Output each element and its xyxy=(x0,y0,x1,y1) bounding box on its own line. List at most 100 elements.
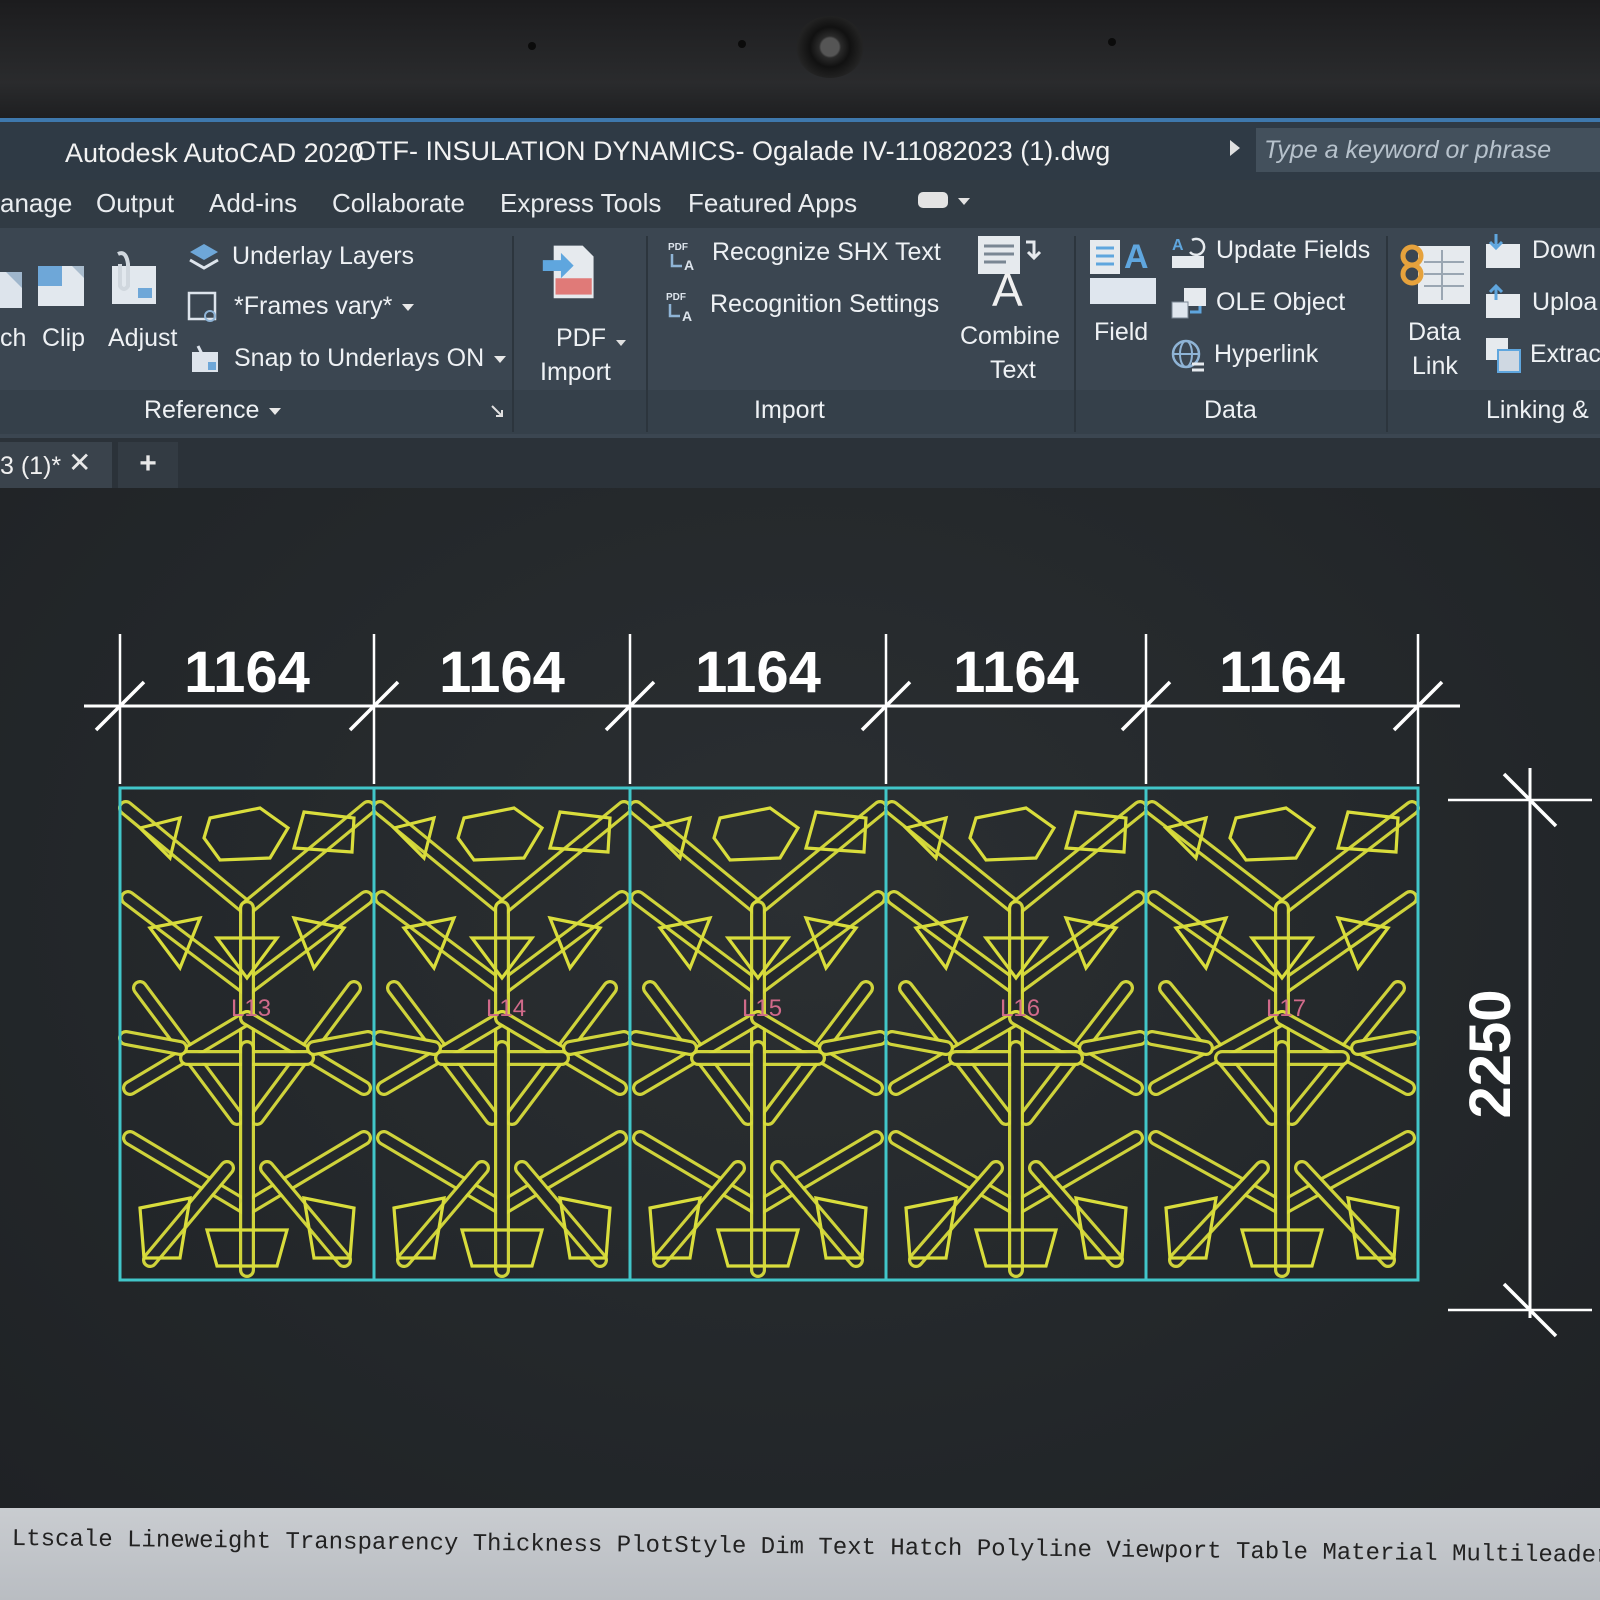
autocad-window: Autodesk AutoCAD 2020 OTF- INSULATION DY… xyxy=(0,118,1600,1600)
app-title: Autodesk AutoCAD 2020 xyxy=(65,138,364,168)
pattern-line-inner xyxy=(633,893,763,993)
pattern-line-inner xyxy=(1149,893,1287,993)
pattern-line-inner xyxy=(375,803,507,913)
dimension-text-top: 1164 xyxy=(695,640,821,705)
extract-button[interactable]: Extrac xyxy=(1530,340,1600,369)
pattern-line-inner xyxy=(121,803,252,913)
tab-express-tools[interactable]: Express Tools xyxy=(500,188,661,219)
document-tab[interactable]: 3 (1)* ✕ xyxy=(0,442,112,488)
snap-value: Snap to Underlays ON xyxy=(234,344,485,372)
tab-collaborate[interactable]: Collaborate xyxy=(332,188,465,219)
pattern-line-inner xyxy=(242,893,371,993)
data-link-label-1[interactable]: Data xyxy=(1408,318,1461,347)
webcam-icon xyxy=(795,16,865,78)
panel-pattern xyxy=(372,800,632,1278)
ole-object-button[interactable]: OLE Object xyxy=(1216,288,1345,317)
svg-text:A: A xyxy=(682,308,692,324)
sensor-dot xyxy=(1108,38,1116,46)
attach-icon[interactable] xyxy=(0,258,36,316)
snap-to-underlays-dropdown[interactable]: Snap to Underlays ON xyxy=(234,344,507,373)
hyperlink-globe-icon xyxy=(1171,339,1204,372)
reference-title-text: Reference xyxy=(144,396,260,424)
svg-text:A: A xyxy=(1124,238,1149,276)
panel-tag: L13 xyxy=(231,995,271,1022)
search-expand-icon[interactable] xyxy=(1230,140,1240,156)
recognize-shx-text-button[interactable]: Recognize SHX Text xyxy=(712,238,941,267)
dimension-text-top: 1164 xyxy=(184,640,310,705)
pattern-line-inner xyxy=(497,893,627,993)
tab-manage[interactable]: anage xyxy=(0,188,72,219)
adjust-icon[interactable] xyxy=(108,250,168,308)
update-fields-button[interactable]: Update Fields xyxy=(1216,236,1370,265)
chevron-down-icon xyxy=(494,355,507,363)
download-button[interactable]: Down xyxy=(1532,236,1596,265)
tab-featured-apps[interactable]: Featured Apps xyxy=(688,188,857,219)
tab-output[interactable]: Output xyxy=(96,188,174,219)
tab-add-ins[interactable]: Add-ins xyxy=(209,188,297,219)
new-tab-button[interactable]: + xyxy=(118,442,178,488)
pattern-line-inner xyxy=(631,803,763,913)
close-icon[interactable]: ✕ xyxy=(68,446,91,479)
recognition-settings-button[interactable]: Recognition Settings xyxy=(710,290,939,319)
pattern-line-inner xyxy=(1277,893,1415,993)
frames-dropdown[interactable]: *Frames vary* xyxy=(234,292,415,321)
dimension-text-right: 2250 xyxy=(1458,989,1523,1118)
recognition-settings-icon: PDF A xyxy=(666,292,692,324)
chevron-down-icon[interactable] xyxy=(616,338,626,348)
ole-object-icon xyxy=(1171,288,1206,319)
svg-text:PDF: PDF xyxy=(668,242,688,253)
pdf-import-label-1[interactable]: PDF xyxy=(556,324,606,353)
snap-underlay-icon xyxy=(192,345,218,372)
ribbon-minimize-icon[interactable] xyxy=(918,192,948,208)
search-box[interactable] xyxy=(1256,128,1600,172)
adjust-button[interactable]: Adjust xyxy=(108,324,177,353)
recognize-shx-icon: PDF A xyxy=(668,242,694,272)
field-button[interactable]: Field xyxy=(1094,318,1148,347)
frames-value: *Frames vary* xyxy=(234,292,393,320)
data-panel-title: Data xyxy=(1204,396,1257,424)
clip-button[interactable]: Clip xyxy=(42,324,85,353)
panel-pattern xyxy=(1144,800,1420,1278)
pattern-line-inner xyxy=(377,893,507,993)
svg-text:PDF: PDF xyxy=(666,292,686,303)
panel-launcher-icon[interactable] xyxy=(490,404,504,418)
clip-icon[interactable] xyxy=(34,256,94,314)
panel-pattern xyxy=(884,800,1148,1278)
title-bar: Autodesk AutoCAD 2020 OTF- INSULATION DY… xyxy=(0,118,1600,180)
combine-text-label-1[interactable]: Combine xyxy=(960,322,1060,351)
pattern-line-inner xyxy=(123,893,252,993)
field-icon[interactable]: A xyxy=(1088,238,1158,308)
svg-text:A: A xyxy=(992,264,1023,308)
chevron-down-icon[interactable] xyxy=(958,198,970,205)
command-line[interactable]: Ltscale Lineweight Transparency Thicknes… xyxy=(0,1508,1600,1600)
search-input[interactable] xyxy=(1256,128,1600,172)
underlay-layers-button[interactable]: Underlay Layers xyxy=(232,242,414,271)
upload-button[interactable]: Uploa xyxy=(1532,288,1597,317)
data-link-label-2[interactable]: Link xyxy=(1412,352,1458,381)
pattern-shape xyxy=(456,806,545,862)
command-line-text: Ltscale Lineweight Transparency Thicknes… xyxy=(11,1526,1600,1570)
download-icon xyxy=(1486,234,1520,268)
combine-text-icon[interactable]: A xyxy=(976,234,1042,308)
reference-panel-title[interactable]: Reference xyxy=(144,396,282,425)
svg-text:A: A xyxy=(1172,237,1184,254)
attach-button-label[interactable]: ch xyxy=(0,324,26,353)
pattern-line-inner xyxy=(1277,803,1417,913)
panel-separator xyxy=(1074,236,1076,432)
document-tab-label: 3 (1)* xyxy=(0,452,62,480)
combine-text-label-2[interactable]: Text xyxy=(990,356,1036,385)
ribbon-tabs: anage Output Add-ins Collaborate Express… xyxy=(0,180,1600,228)
data-link-icon[interactable] xyxy=(1398,236,1474,308)
drawing-svg[interactable]: L13 L14 L15 L16 L17 1164 1164 1164 1164 1164 2250 xyxy=(0,488,1600,1508)
panel-tag: L14 xyxy=(486,995,526,1022)
pattern-shape xyxy=(968,806,1057,862)
pdf-import-label-2[interactable]: Import xyxy=(540,358,611,387)
drawing-canvas[interactable]: L13 L14 L15 L16 L17 1164 1164 1164 1164 1164 2250 xyxy=(0,488,1600,1508)
panel-tag: L16 xyxy=(1000,995,1040,1022)
dimension-text-top: 1164 xyxy=(953,640,1079,705)
dimension-text-top: 1164 xyxy=(439,640,565,705)
hyperlink-button[interactable]: Hyperlink xyxy=(1214,340,1318,369)
screen-pattern xyxy=(118,800,1420,1278)
pdf-import-icon[interactable] xyxy=(540,242,600,300)
linking-panel-title: Linking & xyxy=(1486,396,1589,424)
